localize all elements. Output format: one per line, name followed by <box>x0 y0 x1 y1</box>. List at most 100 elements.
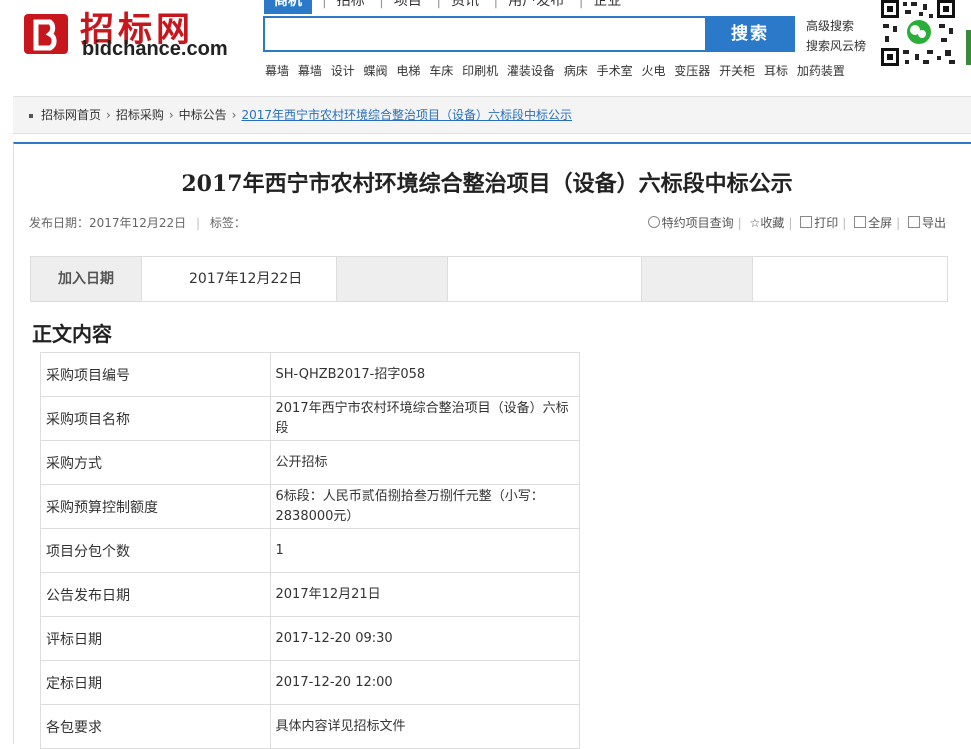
hotword[interactable]: 印刷机 <box>462 64 498 78</box>
join-date-value: 2017年12月22日 <box>142 257 337 301</box>
printer-icon <box>800 216 813 228</box>
nav-item-qiye[interactable]: 企业 <box>593 0 621 9</box>
chevron-right-icon: › <box>168 108 174 122</box>
table-row: 定标日期 2017-12-20 12:00 <box>40 660 581 705</box>
hotword[interactable]: 耳标 <box>764 64 788 78</box>
advanced-links: 高级搜索 搜索风云榜 <box>806 16 866 56</box>
publish-date-label: 发布日期： <box>29 216 90 230</box>
export-icon <box>907 216 920 228</box>
row-value: 1 <box>269 528 581 573</box>
row-key: 各包要求 <box>40 704 271 749</box>
logo-en-text: bidchance.com <box>82 38 228 60</box>
search-box <box>263 16 705 52</box>
row-value: SH-QHZB2017-招字058 <box>269 352 581 397</box>
hotword[interactable]: 蝶阀 <box>364 64 388 78</box>
tab-shangji[interactable]: 商机 <box>264 0 312 14</box>
hotword[interactable]: 灌装设备 <box>507 64 555 78</box>
search-ranking-link[interactable]: 搜索风云榜 <box>806 36 866 56</box>
article-tools: 特约项目查询 | ☆收藏 | 打印 | 全屏 | 导出 <box>647 214 946 231</box>
tag-label: 标签： <box>209 216 246 230</box>
favorite-label: 收藏 <box>760 216 785 230</box>
hotword[interactable]: 设计 <box>331 64 355 78</box>
print-button[interactable]: 打印 <box>800 216 838 230</box>
row-value: 2017年西宁市农村环境综合整治项目（设备）六标段 <box>269 396 581 441</box>
info-cell-empty <box>753 257 947 301</box>
detail-table: 采购项目编号 SH-QHZB2017-招字058 采购项目名称 2017年西宁市农村… <box>40 352 581 749</box>
hotword[interactable]: 开关柜 <box>719 64 755 78</box>
favorite-button[interactable]: ☆收藏 <box>750 216 785 230</box>
row-key: 项目分包个数 <box>40 528 271 573</box>
hotword[interactable]: 电梯 <box>396 64 420 78</box>
section-title: 正文内容 <box>32 322 112 346</box>
table-row: 评标日期 2017-12-20 09:30 <box>40 616 581 661</box>
breadcrumb-procurement[interactable]: 招标采购 <box>116 108 164 122</box>
breadcrumb-award-notice[interactable]: 中标公告 <box>179 108 227 122</box>
fullscreen-label: 全屏 <box>868 216 893 230</box>
nav-item-xiangmu[interactable]: 项目 <box>394 0 422 9</box>
print-label: 打印 <box>814 216 839 230</box>
search-button[interactable]: 搜索 <box>705 16 795 52</box>
row-key: 采购项目名称 <box>40 396 271 441</box>
info-cell-empty <box>448 257 642 301</box>
breadcrumb-current[interactable]: 2017年西宁市农村环境综合整治项目（设备）六标段中标公示 <box>241 108 572 122</box>
info-cell-empty <box>337 257 448 301</box>
row-value: 公开招标 <box>269 440 581 485</box>
site-logo[interactable]: 招标网 bidchance.com <box>22 6 232 60</box>
info-table: 加入日期 2017年12月22日 <box>30 256 948 302</box>
hotword[interactable]: 幕墙 <box>265 64 289 78</box>
top-nav: 商机 |招标 |项目 |资讯 |用户发布 |企业 400-655-1888 <box>264 0 804 14</box>
breadcrumb: 招标网首页 › 招标采购 › 中标公告 › 2017年西宁市农村环境综合整治项目（设备）六标… <box>29 97 572 133</box>
table-row: 采购预算控制额度 6标段：人民币贰佰捌拾叁万捌仟元整（小写：2838000元） <box>40 484 581 529</box>
row-value: 具体内容详见招标文件 <box>269 704 581 749</box>
fullscreen-icon <box>854 216 867 228</box>
fullscreen-button[interactable]: 全屏 <box>854 216 892 230</box>
hotword[interactable]: 火电 <box>641 64 665 78</box>
table-row: 项目分包个数 1 <box>40 528 581 573</box>
row-key: 评标日期 <box>40 616 271 661</box>
export-label: 导出 <box>921 216 946 230</box>
row-key: 公告发布日期 <box>40 572 271 617</box>
table-row: 采购项目编号 SH-QHZB2017-招字058 <box>40 352 581 397</box>
row-value: 2017-12-20 12:00 <box>269 660 581 705</box>
hotword[interactable]: 变压器 <box>674 64 710 78</box>
row-key: 采购方式 <box>40 440 271 485</box>
search-input[interactable] <box>269 22 703 48</box>
join-date-label: 加入日期 <box>31 257 142 301</box>
chevron-right-icon: › <box>106 108 111 122</box>
hotword[interactable]: 加药装置 <box>797 64 845 78</box>
breadcrumb-bar: 招标网首页 › 招标采购 › 中标公告 › 2017年西宁市农村环境综合整治项目（设备）六标… <box>13 96 971 134</box>
row-value: 2017年12月21日 <box>269 572 581 617</box>
special-query-label: 特约项目查询 <box>661 216 734 230</box>
hotword[interactable]: 病床 <box>564 64 588 78</box>
row-value: 6标段：人民币贰佰捌拾叁万捌仟元整（小写：2838000元） <box>269 484 581 529</box>
bullet-icon <box>29 113 33 118</box>
nav-item-zhaobiao[interactable]: 招标 <box>337 0 365 9</box>
logo-mark-icon <box>24 14 68 54</box>
star-icon: ☆ <box>749 216 761 230</box>
nav-item-zixun[interactable]: 资讯 <box>451 0 479 9</box>
info-cell-empty <box>642 257 753 301</box>
export-button[interactable]: 导出 <box>907 216 946 230</box>
advanced-search-link[interactable]: 高级搜索 <box>806 16 866 36</box>
table-row: 采购项目名称 2017年西宁市农村环境综合整治项目（设备）六标段 <box>40 396 581 441</box>
article-content: 2017年西宁市农村环境综合整治项目（设备）六标段中标公示 发布日期：2017年… <box>13 142 971 749</box>
table-row: 采购方式 公开招标 <box>40 440 581 485</box>
row-value: 2017-12-20 09:30 <box>269 616 581 661</box>
hot-keywords: 幕墙 幕墙 设计 蝶阀 电梯 车床 印刷机 灌装设备 病床 手术室 火电 变压器… <box>265 62 850 79</box>
row-key: 采购项目编号 <box>40 352 271 397</box>
table-row: 各包要求 具体内容详见招标文件 <box>40 704 581 749</box>
row-key: 定标日期 <box>40 660 271 705</box>
publish-date: 2017年12月22日 <box>89 216 187 230</box>
nav-item-user-publish[interactable]: 用户发布 <box>508 0 564 9</box>
row-key: 采购预算控制额度 <box>40 484 271 529</box>
hotword[interactable]: 幕墙 <box>298 64 322 78</box>
special-query-button[interactable]: 特约项目查询 <box>647 216 734 230</box>
breadcrumb-home[interactable]: 招标网首页 <box>41 108 101 122</box>
hotword[interactable]: 车床 <box>429 64 453 78</box>
article-meta: 发布日期：2017年12月22日 | 标签： <box>29 216 246 230</box>
hotword[interactable]: 手术室 <box>597 64 633 78</box>
search-icon <box>647 216 660 228</box>
side-strip <box>966 30 971 65</box>
top-nav-items: | 招标 | 项目 | 资讯 | 用户发布 | 企业 <box>322 0 631 10</box>
chevron-right-icon: › <box>231 108 237 122</box>
